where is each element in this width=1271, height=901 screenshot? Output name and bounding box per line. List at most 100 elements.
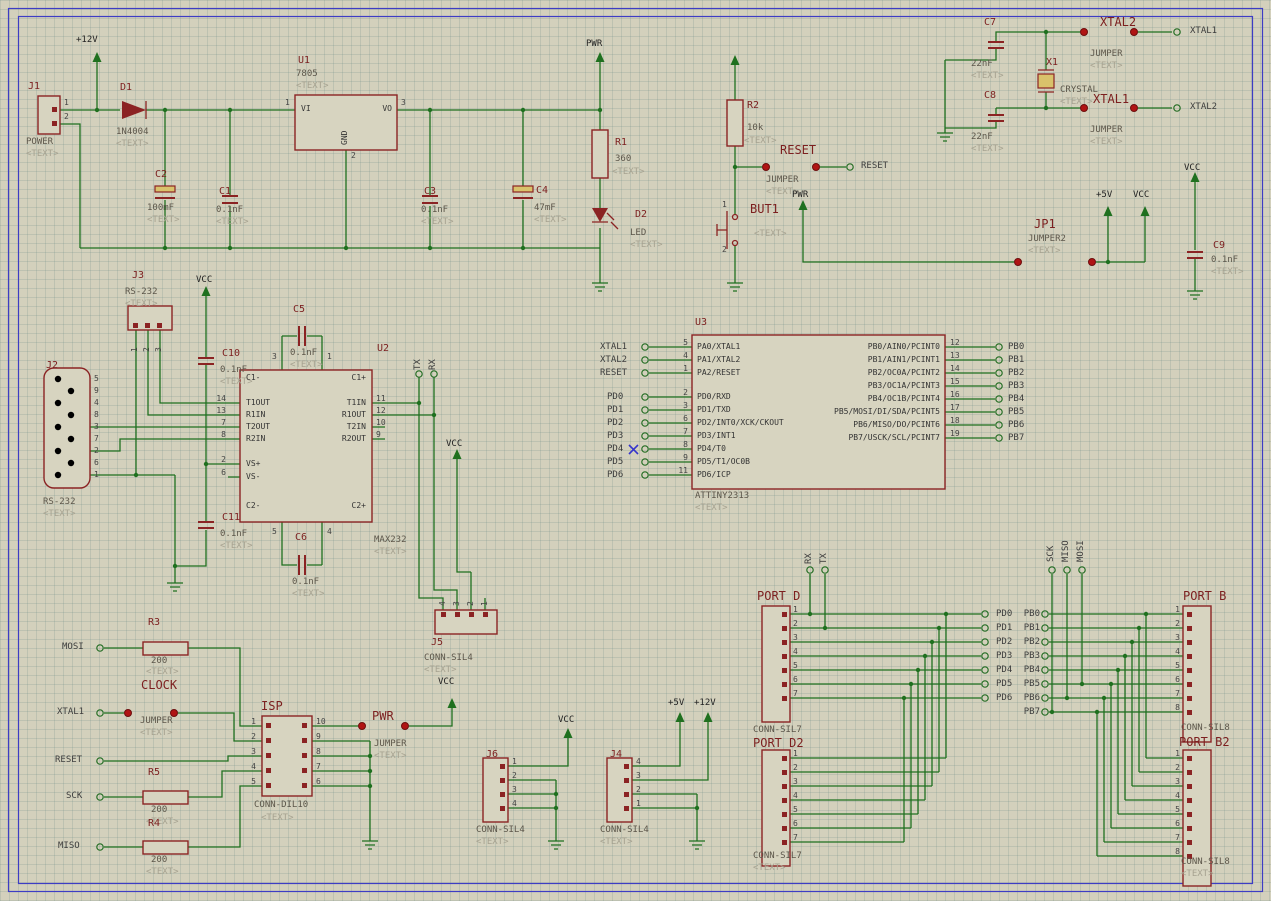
pn-u3-pa0: PA0/XTAL1 — [697, 343, 740, 351]
pin-u3-15: 15 — [950, 378, 960, 386]
ph-u3: <TEXT> — [695, 504, 728, 513]
pn-u3-pd2: PD2/INT0/XCK/CKOUT — [697, 419, 784, 427]
val-c9: 0.1nF — [1211, 256, 1238, 265]
ref-jp-pwr: PWR — [372, 710, 394, 722]
pin-j4-3: 3 — [636, 772, 641, 780]
val-c1: 0.1nF — [216, 206, 243, 215]
ph-x1: <TEXT> — [1060, 98, 1093, 107]
ref-portd: PORT D — [757, 590, 800, 602]
pin-portd2-6: 6 — [793, 820, 798, 828]
pin-portd-7: 7 — [793, 690, 798, 698]
ref-c1: C1 — [219, 187, 231, 197]
pin-isp-3: 3 — [251, 748, 256, 756]
pn-u2-c1p: C1+ — [352, 374, 366, 382]
pin-u2-4: 4 — [327, 528, 332, 536]
val-c11: 0.1nF — [220, 530, 247, 539]
ref-d1: D1 — [120, 83, 132, 93]
ref-u3: U3 — [695, 318, 707, 328]
pin-isp-2: 2 — [251, 733, 256, 741]
pin-portb2-3: 3 — [1175, 778, 1180, 786]
term-pb3-port: PB3 — [1024, 652, 1040, 661]
pin-j2-8: 8 — [94, 411, 99, 419]
pn-u3-pd1: PD1/TXD — [697, 406, 731, 414]
pin-portd-6: 6 — [793, 676, 798, 684]
ref-c7: C7 — [984, 18, 996, 28]
term-xtal2-r: XTAL2 — [1190, 103, 1217, 112]
pin-u3-3: 3 — [683, 402, 688, 410]
ph-jp-pwr: <TEXT> — [374, 752, 407, 761]
term-pb5-port: PB5 — [1024, 680, 1040, 689]
ph-r2: <TEXT> — [744, 137, 777, 146]
ref-but1: BUT1 — [750, 203, 779, 215]
ref-portb: PORT B — [1183, 590, 1226, 602]
ph-isp: <TEXT> — [261, 814, 294, 823]
term-pd6-port: PD6 — [996, 694, 1012, 703]
term-pd1-port: PD1 — [996, 624, 1012, 633]
pin-j3-2: 2 — [143, 347, 151, 352]
schematic-canvas[interactable]: +12VJ112POWER<TEXT>D11N4004<TEXT>U17805<… — [0, 0, 1271, 901]
val-jp-reset: JUMPER — [766, 176, 799, 185]
val-d2: LED — [630, 229, 646, 238]
ph-c7: <TEXT> — [971, 72, 1004, 81]
pin-isp-4: 4 — [251, 763, 256, 771]
pin-u2-14: 14 — [216, 395, 226, 403]
pin-u1-2: 2 — [351, 152, 356, 160]
val-j1: POWER — [26, 138, 53, 147]
ref-c9: C9 — [1213, 241, 1225, 251]
ph-r4: <TEXT> — [146, 868, 179, 877]
pin-portd-1: 1 — [793, 606, 798, 614]
term-pd0-port: PD0 — [996, 610, 1012, 619]
val-j2: RS-232 — [43, 498, 76, 507]
ph-jp-clock: <TEXT> — [140, 729, 173, 738]
term-pd4-port: PD4 — [996, 666, 1012, 675]
term-sck: SCK — [66, 792, 82, 801]
net-vcc-jp1: VCC — [1133, 191, 1149, 200]
val-j3: RS-232 — [125, 288, 158, 297]
net-12v-j4: +12V — [694, 699, 716, 708]
val-r1: 360 — [615, 155, 631, 164]
net-5v-j4: +5V — [668, 699, 684, 708]
val-c8: 22nF — [971, 133, 993, 142]
pin-u3-18: 18 — [950, 417, 960, 425]
ph-j4: <TEXT> — [600, 838, 633, 847]
term-pd1: PD1 — [607, 406, 623, 415]
term-tx-pd: TX — [820, 553, 829, 564]
pn-u2-t1out: T1OUT — [246, 399, 270, 407]
ph-j1: <TEXT> — [26, 150, 59, 159]
val-c4: 47mF — [534, 204, 556, 213]
pn-u1-vi: VI — [301, 105, 311, 113]
val-r4: 200 — [151, 856, 167, 865]
pin-portb-2: 2 — [1175, 620, 1180, 628]
pin-j6-2: 2 — [512, 772, 517, 780]
schematic-labels: +12VJ112POWER<TEXT>D11N4004<TEXT>U17805<… — [0, 0, 1271, 901]
term-pb6-u3: PB6 — [1008, 421, 1024, 430]
pn-u2-c2m: C2- — [246, 502, 260, 510]
pin-portb2-8: 8 — [1175, 848, 1180, 856]
ref-u2: U2 — [377, 344, 389, 354]
term-pd0: PD0 — [607, 393, 623, 402]
ph-c2: <TEXT> — [147, 216, 180, 225]
ref-j6: J6 — [486, 750, 498, 760]
ref-x1: X1 — [1046, 58, 1058, 68]
ref-jp-xtal2: XTAL2 — [1100, 16, 1136, 28]
term-pb3-u3: PB3 — [1008, 382, 1024, 391]
ref-j5: J5 — [431, 638, 443, 648]
val-j4: CONN-SIL4 — [600, 826, 649, 835]
term-pb1-u3: PB1 — [1008, 356, 1024, 365]
val-r3: 200 — [151, 657, 167, 666]
ref-portd2: PORT D2 — [753, 737, 804, 749]
pin-u2-11: 11 — [376, 395, 386, 403]
pin-isp-5: 5 — [251, 778, 256, 786]
pin-j2-7: 7 — [94, 435, 99, 443]
pin-u3-19: 19 — [950, 430, 960, 438]
term-pb4-port: PB4 — [1024, 666, 1040, 675]
pin-u2-6: 6 — [221, 469, 226, 477]
pn-u1-vo: VO — [382, 105, 392, 113]
pin-j4-2: 2 — [636, 786, 641, 794]
term-pd3: PD3 — [607, 432, 623, 441]
val-c7: 22nF — [971, 60, 993, 69]
term-pb2-u3: PB2 — [1008, 369, 1024, 378]
pin-j2-3: 3 — [94, 423, 99, 431]
term-pb0-u3: PB0 — [1008, 343, 1024, 352]
term-rx-u2: RX — [429, 359, 438, 370]
